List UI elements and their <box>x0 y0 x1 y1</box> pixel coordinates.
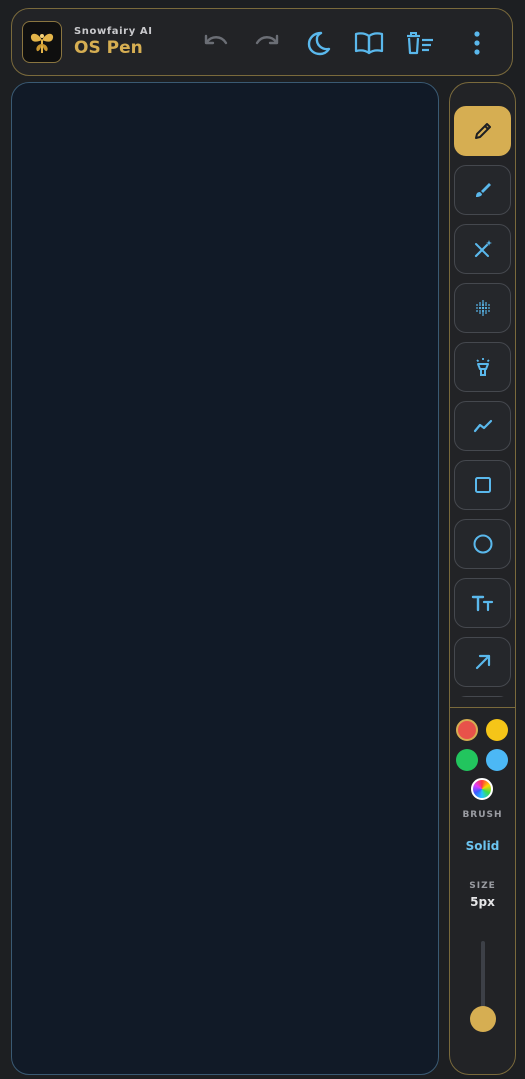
fairy-logo-icon <box>30 33 54 53</box>
brush-style-select[interactable]: Solid <box>450 839 515 853</box>
app-root: Snowfairy AI OS Pen BRUSH Solid SIZE 5px <box>0 0 525 1079</box>
open-book-button[interactable] <box>353 27 385 59</box>
tool-line[interactable] <box>454 401 511 451</box>
tool-magic-eraser[interactable] <box>454 224 511 274</box>
redo-icon <box>255 34 279 45</box>
brand-subtitle: Snowfairy AI <box>74 26 153 37</box>
tool-text[interactable] <box>454 578 511 628</box>
tool-panel: BRUSH Solid SIZE 5px <box>449 82 516 1075</box>
moon-icon <box>307 31 331 56</box>
app-header: Snowfairy AI OS Pen <box>11 8 513 76</box>
app-logo <box>22 21 62 63</box>
polyline-icon <box>473 419 492 433</box>
tool-more-partial[interactable] <box>454 696 511 697</box>
tool-brush[interactable] <box>454 165 511 215</box>
arrow-up-right-icon <box>475 654 490 670</box>
wand-icon <box>474 240 492 258</box>
undo-button[interactable] <box>200 27 232 59</box>
more-vertical-icon <box>474 31 480 55</box>
circle-icon <box>473 534 492 554</box>
tool-list[interactable] <box>450 83 515 697</box>
tool-pen[interactable] <box>454 106 511 156</box>
book-open-icon <box>354 32 384 55</box>
undo-icon <box>204 34 228 45</box>
text-size-icon <box>471 595 493 612</box>
more-button[interactable] <box>461 27 493 59</box>
pencil-icon <box>474 123 491 139</box>
tool-circle[interactable] <box>454 519 511 569</box>
tool-arrow[interactable] <box>454 637 511 687</box>
tool-spray[interactable] <box>454 283 511 333</box>
swatch-blue[interactable] <box>486 749 508 771</box>
spray-dots-icon <box>475 300 490 316</box>
size-label: SIZE <box>469 881 496 891</box>
size-value: 5px <box>470 895 495 909</box>
delete-list-icon <box>407 32 433 55</box>
size-slider-thumb[interactable] <box>470 1005 496 1032</box>
dark-mode-button[interactable] <box>302 27 334 59</box>
drawing-canvas[interactable] <box>11 82 439 1075</box>
swatch-green[interactable] <box>456 749 478 771</box>
tool-highlighter[interactable] <box>454 342 511 392</box>
brush-label: BRUSH <box>462 810 503 820</box>
swatch-red[interactable] <box>456 719 478 741</box>
highlighter-icon <box>475 358 490 376</box>
clear-button[interactable] <box>404 27 436 59</box>
redo-button[interactable] <box>251 27 283 59</box>
app-title: OS Pen <box>74 38 143 58</box>
swatch-yellow[interactable] <box>486 719 508 741</box>
brush-icon <box>475 183 491 197</box>
panel-divider <box>450 707 515 708</box>
square-icon <box>474 477 491 493</box>
tool-rectangle[interactable] <box>454 460 511 510</box>
color-picker-wheel-icon[interactable] <box>471 778 493 800</box>
